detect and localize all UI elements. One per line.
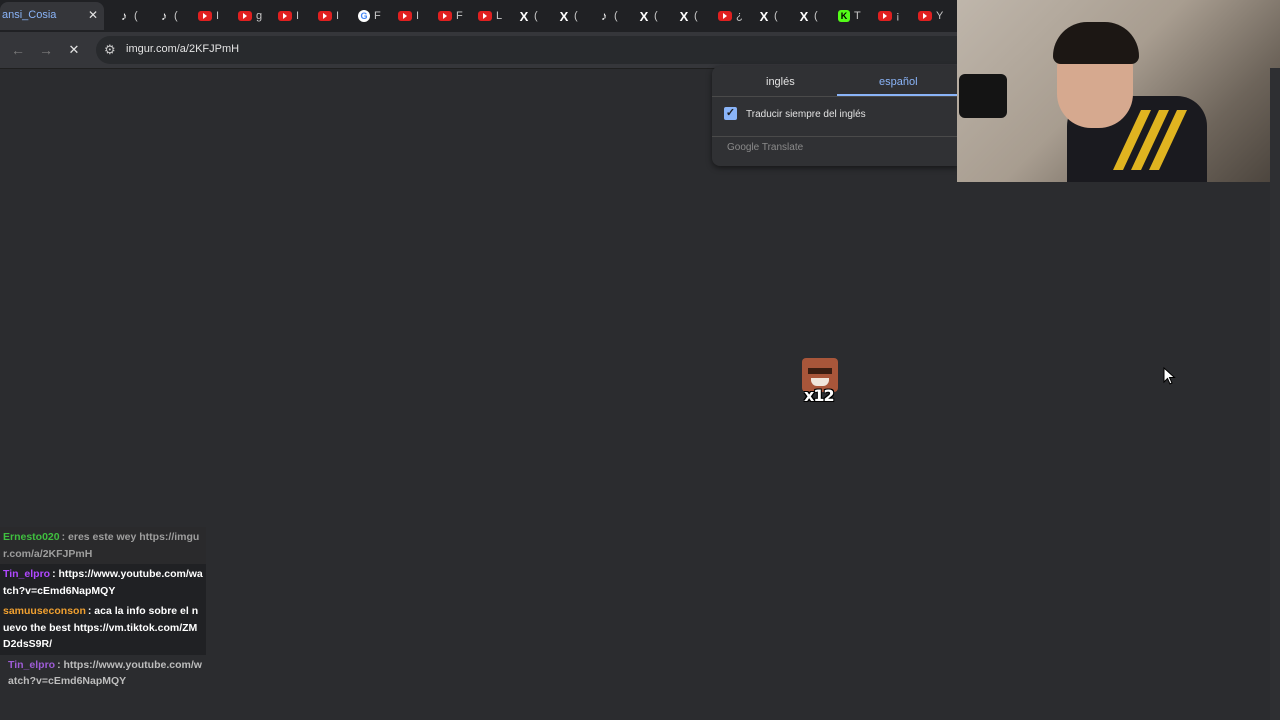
tab-label: T [854,10,861,22]
browser-tab[interactable]: X( [798,4,818,28]
chat-username: Tin_elpro [3,568,51,580]
browser-tab[interactable]: X( [758,4,778,28]
address-bar[interactable]: ⚙ imgur.com/a/2KFJPmH [96,36,976,64]
google-translate-brand: Google Translate [727,142,804,153]
tab-label: ( [534,10,538,22]
youtube-icon [238,11,252,21]
browser-tab[interactable]: Y [918,4,943,28]
chat-username: samuuseconson [3,605,86,617]
chat-message: Tin_elpro: https://www.youtube.com/watch… [0,655,206,692]
tab-label: ( [134,10,138,22]
tiktok-icon: ♪ [601,9,607,23]
x-icon: X [759,8,769,24]
selected-tab-indicator [837,94,958,96]
mouse-cursor-icon [1163,367,1176,385]
emote-count: x12 [804,386,835,405]
tab-label: ¿ [736,10,743,22]
tab-label: I [296,10,300,22]
tab-label: Y [936,10,944,22]
google-icon: G [358,10,370,22]
youtube-icon [478,11,492,21]
youtube-icon [398,11,412,21]
microphone [959,74,1007,118]
youtube-icon [278,11,292,21]
divider [712,136,958,137]
translate-language-tabs: inglés español [712,66,958,97]
emote-image: x12 [802,358,838,406]
chat-message: Ernesto020: eres este wey https://imgur.… [0,527,206,564]
tab-label: ( [694,10,698,22]
tab-label: g [256,10,263,22]
browser-tab[interactable]: I [398,4,419,28]
browser-tab[interactable]: X( [638,4,658,28]
browser-tab[interactable]: g [238,4,262,28]
tab-label: I [336,10,340,22]
browser-tab[interactable]: F [438,4,463,28]
x-icon: X [799,8,809,24]
tiktok-icon: ♪ [161,9,167,23]
youtube-icon [718,11,732,21]
webcam-overlay [957,0,1280,182]
browser-tab[interactable]: GF [358,4,381,28]
x-icon: X [639,8,649,24]
forward-arrow-icon[interactable]: → [36,40,56,60]
browser-tab[interactable]: X( [518,4,538,28]
tab-label: F [456,10,463,22]
browser-toolbar: ← → ✕ ⚙ imgur.com/a/2KFJPmH [0,32,976,69]
x-icon: X [519,8,529,24]
tab-label: I [416,10,420,22]
always-translate-checkbox[interactable]: ✓ [724,107,737,120]
browser-tab[interactable]: KT [838,4,861,28]
streamer-hair [1053,22,1139,64]
tab-label: ( [174,10,178,22]
translate-popup: inglés español ✓ Traducir siempre del in… [712,66,958,166]
kick-icon: K [838,10,850,22]
back-arrow-icon[interactable]: ← [8,40,28,60]
tiktok-icon: ♪ [121,9,127,23]
browser-tab[interactable]: ♪( [158,4,178,28]
stop-loading-icon[interactable]: ✕ [64,40,84,60]
close-tab-icon[interactable]: ✕ [88,8,98,22]
tab-label: L [496,10,503,22]
active-tab-title: ansi_Cosia [2,9,57,21]
url-text[interactable]: imgur.com/a/2KFJPmH [126,43,239,55]
chat-username: Tin_elpro [8,658,56,671]
chat-message: Tin_elpro: https://www.youtube.com/watch… [0,564,206,601]
chat-username: Ernesto020 [3,531,60,543]
x-icon: X [559,8,569,24]
always-translate-label[interactable]: Traducir siempre del inglés [746,109,866,120]
tab-label: F [374,10,381,22]
tab-label: I [216,10,220,22]
stream-chat-overlay: Ernesto020: eres este wey https://imgur.… [0,527,206,692]
chat-message: samuuseconson: aca la info sobre el nuev… [0,601,206,655]
browser-tab[interactable]: ♪( [118,4,138,28]
youtube-icon [438,11,452,21]
browser-tab[interactable]: ♪( [598,4,618,28]
tab-label: ¡ [896,10,900,22]
browser-tab[interactable]: ¡ [878,4,900,28]
youtube-icon [878,11,892,21]
page-scrollbar[interactable] [1270,68,1280,720]
tab-strip: ansi_Cosia ✕ ♪(♪(Ig I I G F I F L X(X(♪(X(X(¿ X(X… [0,0,958,32]
active-tab[interactable]: ansi_Cosia ✕ [0,2,104,30]
browser-tab[interactable]: X( [678,4,698,28]
youtube-icon [918,11,932,21]
tab-label: ( [574,10,578,22]
tab-source-language[interactable]: inglés [766,76,795,88]
browser-tab[interactable]: I [198,4,219,28]
tab-label: ( [654,10,658,22]
tab-label: ( [774,10,778,22]
browser-tab[interactable]: L [478,4,502,28]
site-settings-icon[interactable]: ⚙ [104,42,116,58]
tab-label: ( [614,10,618,22]
tab-label: ( [814,10,818,22]
youtube-icon [318,11,332,21]
browser-tab[interactable]: I [278,4,299,28]
youtube-icon [198,11,212,21]
browser-tab[interactable]: I [318,4,339,28]
browser-tab[interactable]: ¿ [718,4,743,28]
browser-tab[interactable]: X( [558,4,578,28]
tab-target-language[interactable]: español [879,76,918,88]
x-icon: X [679,8,689,24]
